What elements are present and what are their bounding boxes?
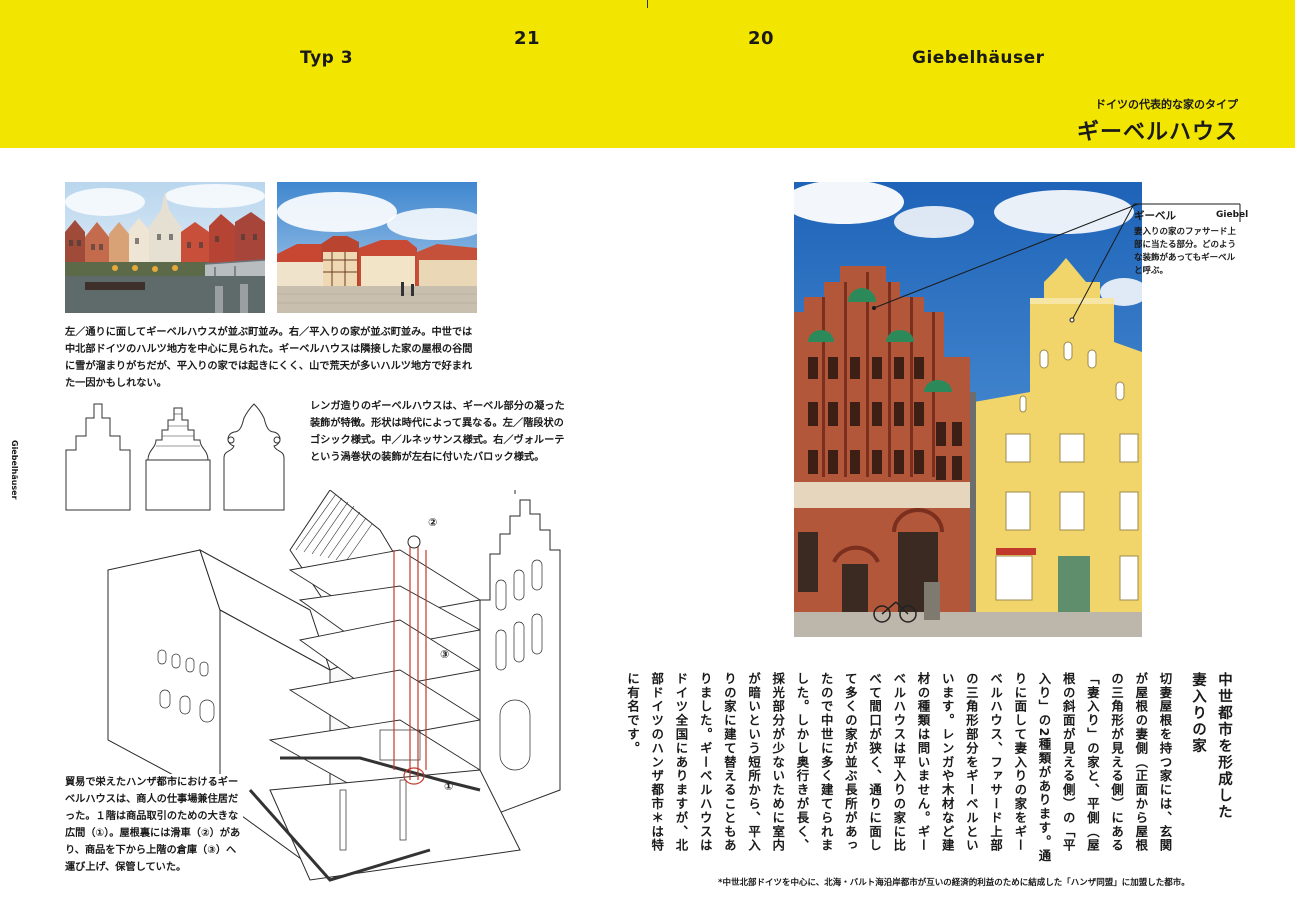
- photo-eaves-street: [277, 182, 477, 313]
- article-body: 切妻屋根を持つ家には、玄関が屋根の妻側（正面から屋根の三角形が見える側）にある「…: [625, 672, 1173, 863]
- page-title: ギーベルハウス: [1076, 120, 1238, 145]
- giebel-note: 妻入りの家のファサード上部に当たる部分。どのような装飾があってもギーベルと呼ぶ。: [1134, 227, 1237, 276]
- marker-warehouse: ③: [440, 648, 449, 661]
- page-number-left: 21: [514, 28, 541, 49]
- topic-label: Giebelhäuser: [912, 48, 1045, 68]
- crop-mark: [647, 0, 648, 8]
- giebel-label-jp: ギーベル: [1134, 210, 1176, 222]
- footnote: *中世北部ドイツを中心に、北海・バルト海沿岸都市が互いの経済的利益のために結成し…: [718, 878, 1190, 888]
- giebel-label-en: Giebel: [1216, 210, 1249, 220]
- gable-caption: レンガ造りのギーベルハウスは、ギーベル部分の凝った装飾が特徴。形状は時代によって…: [310, 401, 565, 463]
- side-tab: Giebelhäuser: [10, 440, 28, 500]
- marker-pulley: ②: [428, 516, 437, 529]
- type-label: Typ 3: [300, 48, 354, 68]
- photo-gable-street: [65, 182, 265, 313]
- page-number-right: 20: [748, 28, 775, 49]
- photo-caption: 左／通りに面してギーベルハウスが並ぶ町並み。右／平入りの家が並ぶ町並み。中世では…: [65, 327, 473, 389]
- marker-hall: ①: [444, 780, 453, 793]
- article-heading: 中世都市を形成した妻入りの家: [1190, 672, 1232, 821]
- side-tab-label: Giebelhäuser: [10, 440, 19, 500]
- page-subtitle: ドイツの代表的な家のタイプ: [1095, 98, 1238, 111]
- illustration-caption: 貿易で栄えたハンザ都市におけるギーベルハウスは、商人の仕事場兼住居だった。１階は…: [65, 774, 243, 876]
- header-band: Typ 3 21 20 Giebelhäuser ドイツの代表的な家のタイプ ギ…: [0, 0, 1295, 148]
